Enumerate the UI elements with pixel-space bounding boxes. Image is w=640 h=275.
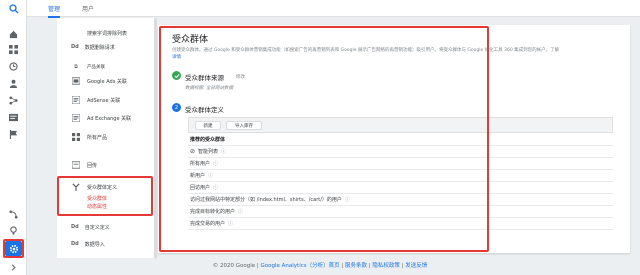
attribution-icon[interactable] <box>8 209 19 220</box>
new-audience-button[interactable]: 新建 <box>195 121 221 130</box>
nav-section-product-linking: ⧉ 产品关联 <box>57 60 154 74</box>
clock-icon[interactable] <box>8 61 19 72</box>
help-icon[interactable]: ⓘ <box>221 148 226 155</box>
panel-description: 创建受众群体。通过 Google 和受众群体营销集成功能（如搜索广告的再营销列表… <box>172 48 560 60</box>
gear-icon[interactable] <box>5 241 22 256</box>
learn-more-link[interactable]: 详情 <box>172 55 181 60</box>
list-item[interactable]: 回访用户 ⓘ <box>188 182 613 194</box>
footer: © 2020 Google | Google Analytics（分析）首页 |… <box>212 263 428 269</box>
step1-detail: 数据视图: 全部网站数据 <box>185 86 233 91</box>
footer-link-feedback[interactable]: 发送反馈 <box>405 263 427 269</box>
list-item[interactable]: 完成目标转化的用户 ⓘ <box>188 206 613 218</box>
step2-title: 受众群体定义 <box>185 106 224 114</box>
step2-number: 2 <box>172 103 181 112</box>
behavior-icon[interactable] <box>8 112 19 123</box>
page-title: 受众群体 <box>172 35 209 45</box>
nav-item-all-products[interactable]: 所有产品 <box>57 130 154 144</box>
list-item[interactable]: 所有用户 ⓘ <box>188 158 613 170</box>
footer-link-home[interactable]: Google Analytics（分析）首页 <box>261 263 340 269</box>
check-icon <box>172 71 181 80</box>
nav-item-google-ads-links[interactable]: Google Ads 关联 <box>57 74 154 88</box>
import-gallery-button[interactable]: 导入库存 <box>226 121 262 130</box>
top-tab-bar: 管理 用户 <box>27 0 640 18</box>
list-header: 推荐的受众群体 <box>188 134 613 146</box>
list-item[interactable]: 新用户 ⓘ <box>188 170 613 182</box>
help-icon[interactable]: ⓘ <box>213 184 218 191</box>
person-icon[interactable] <box>8 78 19 89</box>
step1-title: 受众群体来源 <box>185 74 224 82</box>
list-item[interactable]: 访问过我网站中特定部分（如 /index.html、shirts、/cart/）… <box>188 194 613 206</box>
audiences-panel: 受众群体 创建受众群体。通过 Google 和受众群体营销集成功能（如搜索广告的… <box>158 25 630 253</box>
ads-icon <box>71 76 81 86</box>
footer-link-privacy[interactable]: 隐私权政策 <box>372 263 400 269</box>
adx-icon <box>71 113 81 123</box>
admin-nav: 搜索字词排除列表 Dd 数据删除请求 ⧉ 产品关联 Google Ads 关联 … <box>57 18 154 258</box>
nav-item-ad-exchange-links[interactable]: Ad Exchange 关联 <box>57 111 154 125</box>
nav-scrollbar[interactable] <box>154 18 157 258</box>
help-icon[interactable]: ⓘ <box>238 208 243 215</box>
edit-source-link[interactable]: 修改 <box>236 74 245 80</box>
dd-icon: Dd <box>71 44 79 50</box>
nav-item-search-term-exclusion[interactable]: 搜索字词排除列表 <box>57 26 154 40</box>
list-item[interactable]: 完成交易的用户 ⓘ <box>188 218 613 230</box>
nav-item-data-import[interactable]: Dd 数据导入 <box>57 237 154 251</box>
link-icon: ⧉ <box>74 64 78 70</box>
help-icon[interactable]: ⓘ <box>228 220 233 227</box>
nav-subitem-dynamic-attributes[interactable]: 动态属性 <box>57 202 154 211</box>
discover-icon[interactable] <box>8 225 19 236</box>
nav-item-adsense-links[interactable]: AdSense 关联 <box>57 93 154 107</box>
list-item[interactable]: ⊘ 智能列表 ⓘ <box>188 146 613 158</box>
nav-item-data-deletion[interactable]: Dd 数据删除请求 <box>57 40 154 54</box>
flag-icon[interactable] <box>8 129 19 140</box>
nav-item-audience-definitions[interactable]: 受众群体定义 <box>57 180 154 194</box>
help-icon[interactable]: ⓘ <box>213 160 218 167</box>
help-icon[interactable]: ⓘ <box>345 196 350 203</box>
dashboard-icon[interactable] <box>8 44 19 55</box>
search-icon[interactable] <box>8 3 19 14</box>
home-icon[interactable] <box>8 29 19 40</box>
tab-users[interactable]: 用户 <box>82 4 94 13</box>
dd-icon: Dd <box>71 224 79 230</box>
nav-item-postbacks[interactable]: 回传 <box>57 158 154 172</box>
postback-icon <box>71 160 81 170</box>
dd-icon: Dd <box>71 241 79 247</box>
all-products-icon <box>71 132 81 142</box>
acquisition-icon[interactable] <box>8 95 19 106</box>
adsense-icon <box>71 95 81 105</box>
smart-list-icon: ⊘ <box>190 148 196 155</box>
footer-link-terms[interactable]: 服务条款 <box>345 263 367 269</box>
help-icon[interactable]: ⓘ <box>208 172 213 179</box>
nav-item-custom-definitions[interactable]: Dd 自定义定义 <box>57 220 154 234</box>
tab-admin[interactable]: 管理 <box>48 4 61 18</box>
left-rail <box>0 0 27 275</box>
audience-icon <box>71 182 81 192</box>
